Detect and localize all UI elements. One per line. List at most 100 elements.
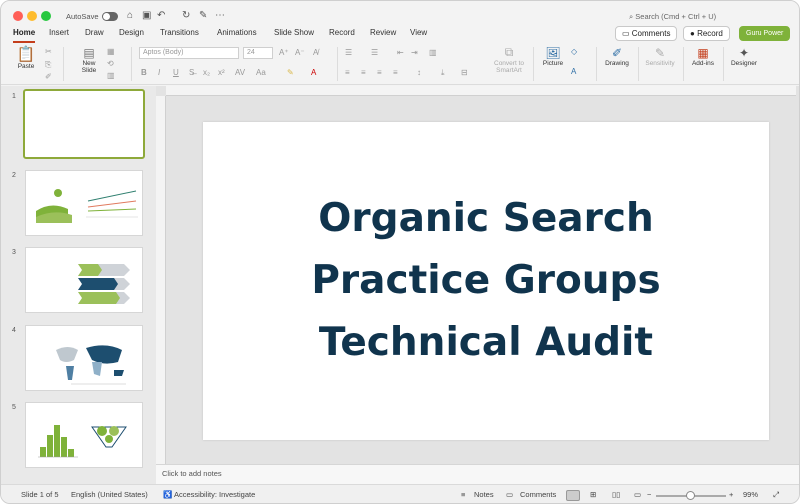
comment-icon: ▭	[622, 29, 632, 38]
format-brush-icon[interactable]: ✐	[45, 72, 52, 81]
language-status[interactable]: English (United States)	[71, 490, 148, 499]
slide-thumbnail-3[interactable]	[25, 247, 143, 313]
text-direction-icon[interactable]: ⤓	[441, 68, 445, 78]
paste-button[interactable]: 📋 Paste	[13, 45, 39, 70]
bullets-icon[interactable]: ☰	[345, 48, 352, 57]
italic-icon[interactable]: I	[158, 68, 160, 77]
accessibility-icon: ♿	[163, 490, 173, 499]
notes-pane[interactable]: Click to add notes	[156, 464, 799, 484]
char-spacing-icon[interactable]: AV	[235, 68, 245, 77]
more-icon[interactable]: ⋯	[215, 10, 225, 21]
comments-button[interactable]: ▭ Comments	[615, 26, 678, 41]
layout-icon[interactable]: ▦	[107, 47, 115, 56]
tab-animations[interactable]: Animations	[217, 28, 257, 37]
current-slide[interactable]: Organic Search Practice Groups Technical…	[203, 122, 769, 440]
columns-icon[interactable]: ▥	[429, 48, 437, 57]
font-color-icon[interactable]: A	[311, 68, 316, 77]
decrease-font-icon[interactable]: A⁻	[295, 48, 305, 57]
section-icon[interactable]: ▥	[107, 71, 115, 80]
slide-sorter-icon[interactable]: ⊞	[590, 490, 596, 499]
numbering-icon[interactable]: ☰	[371, 48, 378, 57]
drawing-button[interactable]: ✐ Drawing	[601, 46, 633, 67]
format-painter-icon[interactable]: ✎	[199, 10, 207, 21]
reset-icon[interactable]: ⟲	[107, 59, 114, 68]
autosave-toggle[interactable]	[102, 12, 118, 21]
record-button[interactable]: ● Record	[683, 26, 730, 41]
strike-icon[interactable]: S̶	[189, 68, 194, 77]
title-textbox[interactable]: Organic Search Practice Groups Technical…	[203, 188, 769, 374]
superscript-icon[interactable]: x²	[218, 68, 225, 77]
line-spacing-icon[interactable]: ↕	[417, 68, 421, 77]
zoom-slider-knob[interactable]	[686, 491, 695, 500]
increase-font-icon[interactable]: A⁺	[279, 48, 289, 57]
tab-insert[interactable]: Insert	[49, 28, 69, 37]
horizontal-ruler[interactable]	[166, 86, 796, 96]
align-right-icon[interactable]: ≡	[377, 68, 382, 77]
tab-transitions[interactable]: Transitions	[160, 28, 199, 37]
home-icon[interactable]: ⌂	[127, 10, 133, 21]
close-window-button[interactable]	[13, 11, 23, 21]
undo-icon[interactable]: ↶	[157, 10, 165, 21]
font-size-dropdown[interactable]: 24	[243, 47, 273, 59]
vertical-ruler[interactable]	[156, 96, 166, 464]
zoom-in-icon[interactable]: +	[729, 490, 733, 499]
normal-view-button[interactable]	[566, 490, 580, 501]
cut-icon[interactable]: ✂	[45, 47, 52, 56]
align-center-icon[interactable]: ≡	[361, 68, 366, 77]
new-slide-button[interactable]: ▤ New Slide	[73, 46, 105, 74]
subscript-icon[interactable]: x₂	[203, 68, 210, 77]
slide-number: 1	[12, 93, 16, 100]
outdent-icon[interactable]: ⇥	[411, 48, 418, 57]
slide-thumbnail-2[interactable]	[25, 170, 143, 236]
change-case-icon[interactable]: Aa	[256, 68, 266, 77]
picture-button[interactable]: 🖼 Picture	[538, 46, 568, 67]
slide-title-line-1: Organic Search	[318, 196, 654, 241]
align-left-icon[interactable]: ≡	[345, 68, 350, 77]
slide-thumbnail-5[interactable]	[25, 402, 143, 468]
redo-icon[interactable]: ↻	[182, 10, 190, 21]
ribbon-separator	[131, 47, 132, 81]
font-name-dropdown[interactable]: Aptos (Body)	[139, 47, 239, 59]
designer-icon: ✦	[738, 46, 750, 60]
slide-thumbnail-4[interactable]	[25, 325, 143, 391]
save-icon[interactable]: ▣	[142, 10, 151, 21]
zoom-window-button[interactable]	[41, 11, 51, 21]
notes-toggle[interactable]: Notes	[474, 490, 494, 499]
accessibility-status[interactable]: Accessibility: Investigate	[174, 490, 255, 499]
minimize-window-button[interactable]	[27, 11, 37, 21]
tab-record[interactable]: Record	[329, 28, 355, 37]
shapes-icon[interactable]: ◇	[571, 47, 577, 56]
bold-icon[interactable]: B	[141, 68, 147, 77]
ribbon-home: 📋 Paste ✂ ⎘ ✐ ▤ New Slide ▦ ⟲ ▥ Aptos (B…	[1, 43, 799, 85]
slideshow-view-icon[interactable]: ▭	[634, 490, 641, 499]
convert-smartart-button[interactable]: ⧉ Convert to SmartArt	[487, 45, 531, 74]
slide-number: 4	[12, 327, 16, 334]
tab-draw[interactable]: Draw	[85, 28, 104, 37]
tab-view[interactable]: View	[410, 28, 427, 37]
copy-icon[interactable]: ⎘	[45, 60, 51, 70]
addins-button[interactable]: ▦ Add-ins	[688, 46, 718, 67]
comments-toggle[interactable]: Comments	[520, 490, 556, 499]
justify-icon[interactable]: ≡	[393, 68, 398, 77]
zoom-level[interactable]: 99%	[743, 490, 758, 499]
ribbon-separator	[63, 47, 64, 81]
reading-view-icon[interactable]: ▯▯	[612, 490, 620, 499]
tab-review[interactable]: Review	[370, 28, 396, 37]
designer-button[interactable]: ✦ Designer	[728, 46, 760, 67]
underline-icon[interactable]: U	[173, 68, 179, 77]
indent-icon[interactable]: ⇤	[397, 48, 404, 57]
slide-thumbnail-1[interactable]	[23, 89, 145, 159]
highlight-icon[interactable]: ✎	[287, 68, 294, 77]
guru-power-button[interactable]: Guru Power	[739, 26, 791, 41]
tab-home[interactable]: Home	[13, 28, 36, 43]
paste-label: Paste	[17, 63, 35, 70]
search-input[interactable]: ⌕ Search (Cmd + Ctrl + U)	[629, 12, 716, 22]
tab-design[interactable]: Design	[119, 28, 144, 37]
clear-format-icon[interactable]: A̸	[313, 48, 318, 57]
fit-slide-icon[interactable]: ⤢	[773, 490, 779, 500]
tab-slide-show[interactable]: Slide Show	[274, 28, 314, 37]
zoom-out-icon[interactable]: −	[647, 490, 651, 499]
sensitivity-button[interactable]: ✎ Sensitivity	[642, 46, 678, 67]
align-text-icon[interactable]: ⊟	[461, 68, 468, 77]
textbox-icon[interactable]: A	[571, 67, 576, 76]
